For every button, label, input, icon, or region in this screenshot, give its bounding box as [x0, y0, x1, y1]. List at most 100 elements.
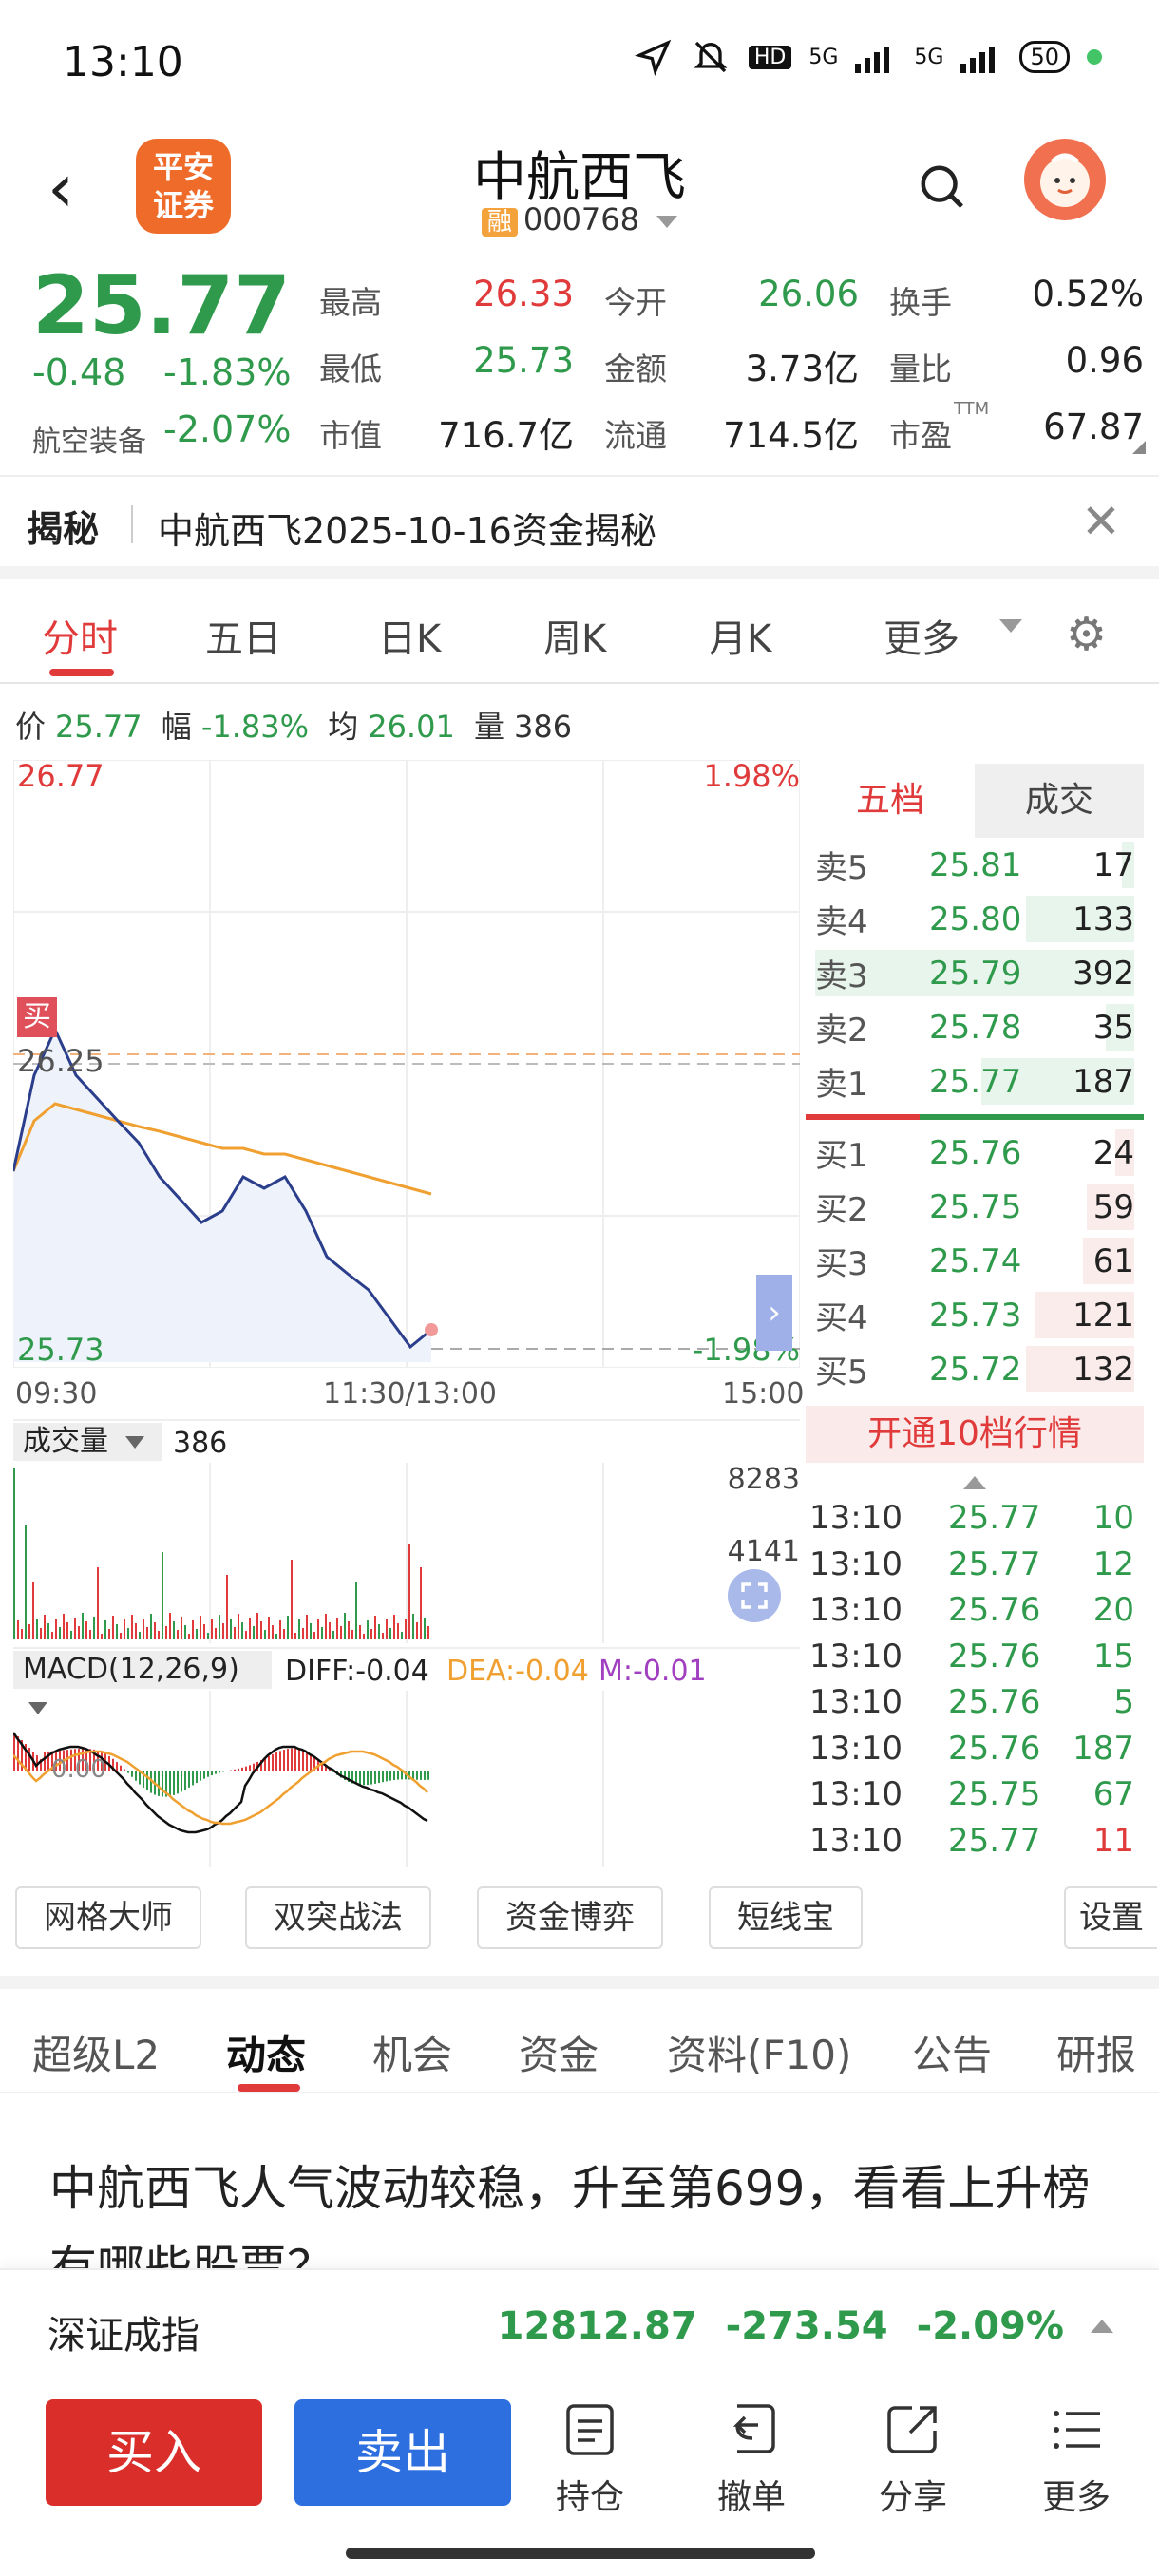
capital-reveal-bar[interactable]: 揭秘 中航西飞2025-10-16资金揭秘 ✕ [0, 475, 1159, 566]
tab-monthly-k[interactable]: 月K [709, 608, 771, 663]
tab-five-levels[interactable]: 五档 [806, 764, 975, 838]
tool-short-term[interactable]: 短线宝 [709, 1886, 863, 1949]
price-label: 价 [15, 709, 47, 745]
tool-grid-master[interactable]: 网格大师 [15, 1886, 201, 1949]
sell-button[interactable]: 卖出 [294, 2399, 511, 2506]
tab-capital[interactable]: 资金 [519, 2023, 598, 2081]
price-change-pct: -1.83% [163, 351, 292, 393]
chevron-up-icon[interactable] [1091, 2320, 1113, 2333]
avg-label: 均 [328, 709, 359, 745]
sell-level-row[interactable]: 卖2 25.78 35 [806, 1000, 1144, 1054]
volume-selector[interactable]: 成交量 [13, 1423, 162, 1461]
tab-f10[interactable]: 资料(F10) [667, 2023, 851, 2081]
level-label: 卖2 [815, 1012, 868, 1050]
macd-bar [238, 1768, 239, 1771]
macd-bar [177, 1771, 179, 1794]
collapse-up-icon[interactable] [963, 1476, 986, 1489]
tab-weekly-k[interactable]: 周K [543, 608, 606, 663]
tool-settings[interactable]: 设置 [1064, 1886, 1157, 1949]
volume-bar [256, 1613, 258, 1639]
trade-volume: 20 [1092, 1591, 1134, 1630]
reveal-text[interactable]: 中航西飞2025-10-16资金揭秘 [158, 502, 656, 554]
volume-bar [245, 1631, 247, 1639]
macd-bar [241, 1767, 243, 1771]
tab-underline [49, 669, 114, 676]
level-volume: 132 [1073, 1350, 1134, 1389]
volume-bar [306, 1615, 308, 1639]
volume-bar [359, 1625, 361, 1639]
volume-bar [146, 1627, 148, 1639]
book-divider [806, 1114, 1144, 1120]
macd-bar [268, 1755, 270, 1771]
tab-intraday[interactable]: 分时 [42, 608, 118, 663]
volume-bar [169, 1613, 171, 1639]
macd-bar [169, 1771, 171, 1797]
macd-bar [211, 1771, 213, 1776]
tab-opportunity[interactable]: 机会 [372, 2023, 452, 2081]
volume-bar [344, 1613, 346, 1639]
expand-corner-icon[interactable] [1132, 441, 1146, 454]
tab-trades[interactable]: 成交 [975, 764, 1144, 838]
sector-name[interactable]: 航空装备 [32, 418, 146, 460]
volume-value: 386 [173, 1427, 228, 1460]
tab-5day[interactable]: 五日 [205, 608, 281, 663]
sell-level-row[interactable]: 卖4 25.80 133 [806, 892, 1144, 946]
volume-bar [294, 1633, 296, 1639]
buy-signal-badge[interactable]: 买 [17, 997, 57, 1037]
trade-price: 25.77 [948, 1544, 1041, 1583]
chevron-right-icon[interactable]: › [756, 1275, 792, 1351]
buy-button[interactable]: 买入 [46, 2399, 262, 2506]
fullscreen-icon[interactable] [728, 1569, 781, 1622]
buy-level-row[interactable]: 买4 25.73 121 [806, 1288, 1144, 1342]
buy-level-row[interactable]: 买2 25.75 59 [806, 1180, 1144, 1234]
open-level10-button[interactable]: 开通10档行情 [806, 1406, 1144, 1463]
volume-bar [48, 1623, 49, 1639]
buy-level-row[interactable]: 买3 25.74 61 [806, 1234, 1144, 1288]
trade-row: 13:10 25.76 15 [806, 1634, 1144, 1680]
sell-level-row[interactable]: 卖3 25.79 392 [806, 946, 1144, 1000]
volume-bar [355, 1582, 357, 1639]
more-button[interactable]: 更多 [1015, 2401, 1138, 2519]
buy-level-row[interactable]: 买1 25.76 24 [806, 1126, 1144, 1180]
macd-chart: 0.00 [13, 1691, 800, 1867]
sell-level-row[interactable]: 卖1 25.77 187 [806, 1054, 1144, 1108]
sell-level-row[interactable]: 卖5 25.81 17 [806, 838, 1144, 892]
avatar[interactable] [1024, 139, 1106, 220]
tool-capital-game[interactable]: 资金博弈 [477, 1886, 663, 1949]
index-ticker[interactable]: 深证成指 12812.87 -273.54 -2.09% [0, 2268, 1159, 2382]
tab-dynamics[interactable]: 动态 [226, 2023, 306, 2081]
macd-bar [234, 1769, 236, 1771]
buy-level-row[interactable]: 买5 25.72 132 [806, 1342, 1144, 1396]
crosshair-info: 价 25.77 幅 -1.83% 均 26.01 量 386 [15, 703, 581, 747]
trade-row: 13:10 25.77 10 [806, 1495, 1144, 1542]
level-volume: 392 [1073, 954, 1134, 993]
macd-selector[interactable]: MACD(12,26,9) [13, 1651, 272, 1714]
battery-icon: 50 [1019, 41, 1070, 73]
tab-super-l2[interactable]: 超级L2 [32, 2023, 160, 2081]
holdings-button[interactable]: 持仓 [528, 2401, 652, 2519]
tab-research[interactable]: 研报 [1056, 2023, 1136, 2081]
tab-daily-k[interactable]: 日K [378, 608, 441, 663]
tab-announcements[interactable]: 公告 [912, 2023, 992, 2081]
macd-bar [188, 1771, 190, 1788]
level-volume: 35 [1092, 1008, 1134, 1047]
volume-bar [241, 1622, 243, 1639]
volume-bar [173, 1621, 175, 1639]
search-icon[interactable] [917, 161, 968, 213]
volume-bar [74, 1618, 76, 1639]
trade-price: 25.76 [948, 1729, 1041, 1768]
news-headline[interactable]: 中航西飞人气波动较稳，升至第699，看看上升榜有哪些股票？ [49, 2149, 1113, 2272]
gear-icon[interactable]: ⚙ [1066, 608, 1107, 661]
intraday-chart[interactable]: 26.77 1.98% 26.25 25.73 -1.98% 买 › [13, 758, 800, 1368]
share-button[interactable]: 分享 [851, 2401, 975, 2519]
volume-bar [386, 1619, 388, 1639]
cancel-order-button[interactable]: 撤单 [690, 2401, 813, 2519]
close-icon[interactable]: ✕ [1081, 494, 1121, 549]
margin-badge: 融 [481, 208, 518, 237]
stock-header: ‹ 平安 证券 中航西飞 融 000768 [0, 133, 1159, 256]
tool-double-break[interactable]: 双突战法 [245, 1886, 431, 1949]
tab-more[interactable]: 更多 [884, 608, 960, 663]
stock-code-row[interactable]: 融 000768 [0, 201, 1159, 237]
trade-volume: 67 [1092, 1775, 1134, 1814]
mute-icon [694, 41, 728, 73]
